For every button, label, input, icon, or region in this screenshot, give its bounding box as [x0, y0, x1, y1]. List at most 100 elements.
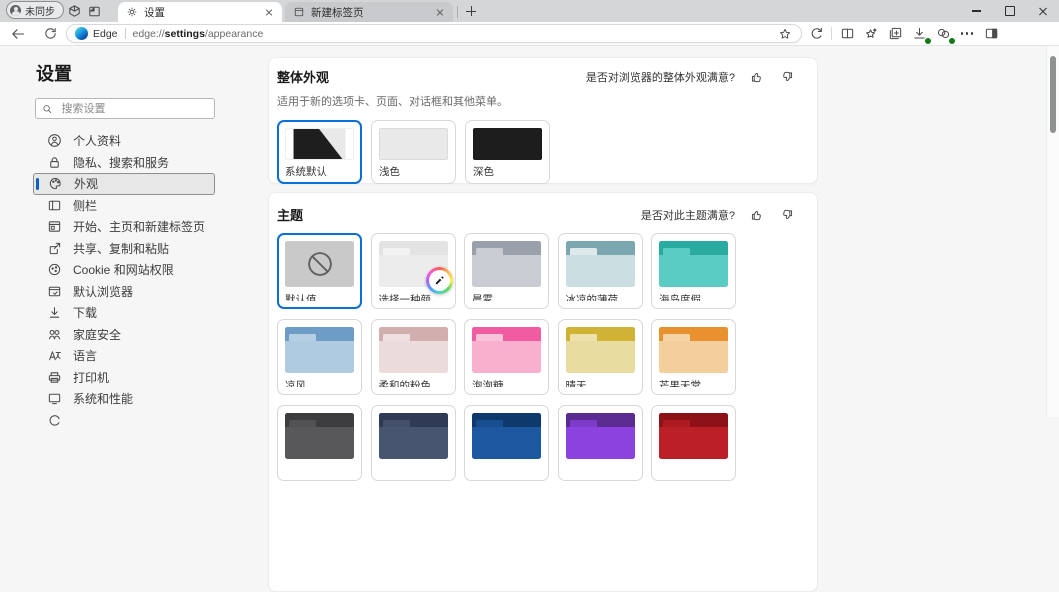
- theme-bubble-gum[interactable]: 泡泡糖: [464, 319, 549, 395]
- profile-icon: [47, 133, 62, 148]
- theme-row3-4[interactable]: [558, 405, 643, 481]
- update-icon[interactable]: [804, 24, 828, 44]
- theme-row3-1[interactable]: [277, 405, 362, 481]
- sidebar-item-appearance[interactable]: 外观: [33, 173, 215, 195]
- profile-button[interactable]: 未同步: [6, 1, 64, 19]
- option-light[interactable]: 浅色: [371, 120, 456, 184]
- theme-swatch: [659, 241, 728, 287]
- search-input[interactable]: [59, 102, 208, 116]
- theme-sunny-day[interactable]: 晴天: [558, 319, 643, 395]
- split-screen-icon[interactable]: [835, 24, 859, 44]
- theme-cool-breeze[interactable]: 凉风: [277, 319, 362, 395]
- option-system-default[interactable]: 系统默认: [277, 120, 362, 184]
- sidebar-layout-icon: [47, 198, 62, 213]
- tab-title: 设置: [144, 5, 262, 20]
- appearance-feedback: 是否对浏览器的整体外观满意?: [586, 69, 795, 85]
- settings-more-icon[interactable]: [955, 24, 979, 44]
- color-picker-icon[interactable]: [426, 267, 453, 294]
- close-window-button[interactable]: [1026, 0, 1059, 22]
- close-tab-icon[interactable]: [262, 5, 276, 19]
- gear-icon: [126, 6, 138, 18]
- page-scrollbar: [1046, 46, 1059, 417]
- overall-appearance-section: 整体外观 是否对浏览器的整体外观满意? 适用于新的选项卡、页面、对话框和其他菜单…: [268, 57, 818, 184]
- thumbs-up-icon[interactable]: [749, 207, 765, 223]
- back-icon[interactable]: [6, 24, 30, 44]
- tab-title: 新建标签页: [311, 5, 433, 20]
- maximize-button[interactable]: [993, 0, 1026, 22]
- theme-swatch: [285, 413, 354, 459]
- workspaces-icon[interactable]: [64, 2, 84, 20]
- refresh-icon[interactable]: [38, 24, 62, 44]
- new-tab-button[interactable]: [462, 2, 480, 20]
- thumbs-down-icon[interactable]: [779, 69, 795, 85]
- thumbs-up-icon[interactable]: [749, 69, 765, 85]
- monitor-icon: [47, 391, 62, 406]
- tab-settings[interactable]: 设置: [118, 2, 282, 22]
- thumbs-down-icon[interactable]: [779, 207, 795, 223]
- theme-row3-2[interactable]: [371, 405, 456, 481]
- theme-morning-fog[interactable]: 晨雾: [464, 233, 549, 309]
- theme-swatch: [472, 413, 541, 459]
- theme-icy-mint[interactable]: 冰凉的薄荷: [558, 233, 643, 309]
- scrollbar-thumb[interactable]: [1050, 56, 1056, 133]
- theme-feedback: 是否对此主题满意?: [641, 207, 795, 223]
- favorite-star-icon[interactable]: [775, 24, 795, 44]
- minimize-button[interactable]: [960, 0, 993, 22]
- page-title: 设置: [36, 60, 260, 86]
- start-page-icon: [47, 219, 62, 234]
- sidebar-item-sidebar[interactable]: 侧栏: [33, 195, 215, 217]
- downloads-icon[interactable]: [907, 24, 931, 44]
- sidebar-item-cookies-permissions[interactable]: Cookie 和网站权限: [33, 259, 215, 281]
- option-dark[interactable]: 深色: [465, 120, 550, 184]
- section-subtitle: 适用于新的选项卡、页面、对话框和其他菜单。: [277, 93, 795, 109]
- browser-essentials-icon[interactable]: [931, 24, 955, 44]
- appearance-options: 系统默认 浅色 深色: [277, 120, 795, 184]
- url-text: edge://settings/appearance: [133, 28, 775, 40]
- theme-swatch: [566, 413, 635, 459]
- theme-island-getaway[interactable]: 海岛度假: [651, 233, 736, 309]
- close-tab-icon[interactable]: [433, 5, 447, 19]
- theme-soft-pink[interactable]: 柔和的粉色: [371, 319, 456, 395]
- sidebar-item-cutoff[interactable]: [33, 410, 215, 432]
- collections-icon[interactable]: [883, 24, 907, 44]
- download-icon: [47, 305, 62, 320]
- tab-actions-icon[interactable]: [84, 2, 104, 20]
- theme-swatch: [472, 241, 541, 287]
- address-bar[interactable]: Edge edge://settings/appearance: [66, 24, 802, 43]
- theme-row3-5[interactable]: [651, 405, 736, 481]
- sidebar-item-share-copy-paste[interactable]: 共享、复制和粘贴: [33, 238, 215, 260]
- theme-swatch: [285, 241, 354, 287]
- sidebar-item-privacy[interactable]: 隐私、搜索和服务: [33, 152, 215, 174]
- toolbar-divider: [831, 27, 832, 40]
- sidebar-item-start-home-newtab[interactable]: 开始、主页和新建标签页: [33, 216, 215, 238]
- sidebar-item-system-performance[interactable]: 系统和性能: [33, 388, 215, 410]
- sidebar-item-family-safety[interactable]: 家庭安全: [33, 324, 215, 346]
- palette-icon: [48, 176, 63, 191]
- theme-row3-3[interactable]: [464, 405, 549, 481]
- sidebar-item-profiles[interactable]: 个人资料: [33, 130, 215, 152]
- theme-default[interactable]: 默认值: [277, 233, 362, 309]
- search-settings-box[interactable]: [35, 98, 215, 119]
- themes-section: 主题 是否对此主题满意? 默认值 选择一种颜...: [268, 192, 818, 592]
- profile-sync-status: 未同步: [25, 3, 55, 18]
- sidebar-item-default-browser[interactable]: 默认浏览器: [33, 281, 215, 303]
- window-controls: [960, 0, 1059, 22]
- address-brand-label: Edge: [93, 28, 118, 40]
- theme-custom-color[interactable]: 选择一种颜...: [371, 233, 456, 309]
- favorites-icon[interactable]: [859, 24, 883, 44]
- browser-tab-strip: 未同步 设置 新建标签页: [0, 0, 1059, 22]
- tab-new-tab-page[interactable]: 新建标签页: [285, 2, 453, 22]
- edge-logo-icon: [75, 27, 88, 40]
- settings-sidebar: 设置 个人资料 隐私、搜索和服务 外观 侧栏 开始、主页和新建标签页: [0, 46, 260, 417]
- lock-icon: [47, 155, 62, 170]
- tab-separator: [457, 6, 458, 18]
- light-swatch: [379, 128, 448, 160]
- sidebar-toggle-icon[interactable]: [979, 24, 1003, 44]
- sidebar-item-downloads[interactable]: 下载: [33, 302, 215, 324]
- default-browser-icon: [47, 284, 62, 299]
- theme-swatch: [472, 327, 541, 373]
- sidebar-item-printers[interactable]: 打印机: [33, 367, 215, 389]
- share-icon: [47, 241, 62, 256]
- sidebar-item-languages[interactable]: 语言: [33, 345, 215, 367]
- theme-mango-paradise[interactable]: 芒果天堂: [651, 319, 736, 395]
